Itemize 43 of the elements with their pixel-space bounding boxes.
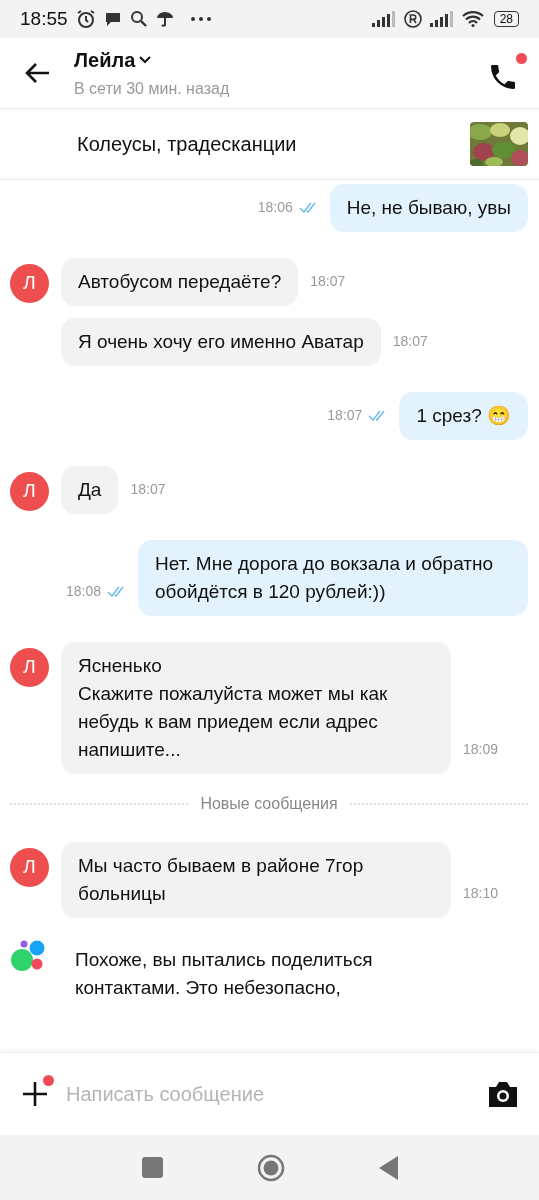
roaming-icon xyxy=(403,10,422,28)
last-seen-status: В сети 30 мин. назад xyxy=(74,79,231,99)
home-icon[interactable] xyxy=(256,1153,285,1182)
plus-icon[interactable] xyxy=(22,1081,48,1107)
message-bubble: Не, не бываю, увы xyxy=(329,184,528,232)
message-bubble: Ясненько Скажите пожалуйста может мы как небудь к вам приедем если адрес напишите... xyxy=(61,642,451,774)
listing-title[interactable]: Колеусы, традесканции xyxy=(77,129,470,159)
message-time: 18:06 xyxy=(257,198,293,217)
avatar: Л xyxy=(10,264,49,303)
message-time: 18:07 xyxy=(392,332,428,351)
back-icon[interactable] xyxy=(24,62,50,84)
wifi-icon xyxy=(461,11,484,27)
more-icon xyxy=(189,16,212,22)
signal-icon xyxy=(429,11,454,27)
contact-name[interactable]: Лейла xyxy=(74,45,136,75)
umbrella-icon xyxy=(155,10,174,28)
message-time: 18:10 xyxy=(463,884,499,903)
message-time: 18:07 xyxy=(310,272,346,291)
avatar: Л xyxy=(10,472,49,511)
camera-icon[interactable] xyxy=(489,1081,517,1107)
battery-indicator: 28 xyxy=(493,11,519,27)
message-time: 18:07 xyxy=(130,480,166,499)
message-bubble: Нет. Мне дорога до вокзала и обратно обойдётся в 120 рублей:)) xyxy=(138,540,528,616)
chat-icon xyxy=(103,11,122,27)
new-messages-divider: Новые сообщения xyxy=(200,794,338,814)
search-icon xyxy=(129,10,148,28)
message-time: 18:08 xyxy=(65,582,101,601)
message-bubble: Автобусом передаёте? xyxy=(61,258,299,306)
message-time: 18:09 xyxy=(463,740,499,759)
message-bubble: Мы часто бываем в районе 7гор больницы xyxy=(61,842,451,918)
system-message: Похоже, вы пытались поделиться контактами. Это небезопасно, xyxy=(75,948,374,1000)
bubbles-logo-icon xyxy=(10,940,47,972)
avatar: Л xyxy=(10,848,49,887)
avatar: Л xyxy=(10,648,49,687)
message-bubble: Да xyxy=(61,466,119,514)
message-time: 18:07 xyxy=(327,406,363,425)
signal-icon xyxy=(371,11,396,27)
recents-icon[interactable] xyxy=(141,1157,163,1178)
chevron-down-icon[interactable] xyxy=(139,56,152,64)
message-bubble: 1 срез? 😁 xyxy=(399,392,528,440)
alarm-clock-icon xyxy=(75,9,96,29)
message-bubble: Я очень хочу его именно Аватар xyxy=(61,318,381,366)
clock-time: 18:55 xyxy=(20,6,68,31)
